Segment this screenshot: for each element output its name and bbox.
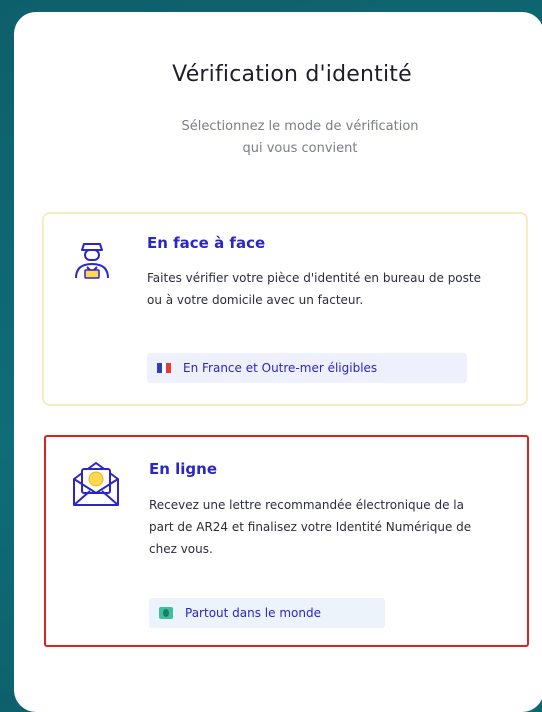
availability-tag-label: En France et Outre-mer éligibles	[183, 361, 378, 375]
option-title: En face à face	[147, 234, 266, 252]
subtitle-line-1: Sélectionnez le mode de vérification	[181, 119, 419, 134]
subtitle-line-2: qui vous convient	[242, 141, 358, 156]
availability-tag: Partout dans le monde	[149, 598, 385, 628]
postman-icon	[68, 234, 116, 282]
availability-tag-label: Partout dans le monde	[185, 606, 321, 620]
france-flag-icon	[157, 363, 172, 373]
page-title: Vérification d'identité	[172, 62, 412, 87]
option-description: Faites vérifier votre pièce d'identité e…	[147, 271, 481, 307]
option-card-online[interactable]: En ligne Recevez une lettre recommandée …	[44, 435, 529, 647]
option-description: Recevez une lettre recommandée électroni…	[149, 498, 472, 556]
availability-tag: En France et Outre-mer éligibles	[147, 353, 467, 383]
envelope-icon	[70, 459, 119, 507]
world-icon	[159, 607, 173, 619]
option-title: En ligne	[149, 460, 218, 478]
page-subtitle: Sélectionnez le mode de vérification qui…	[14, 116, 542, 160]
option-card-face-to-face[interactable]: En face à face Faites vérifier votre piè…	[42, 212, 528, 406]
